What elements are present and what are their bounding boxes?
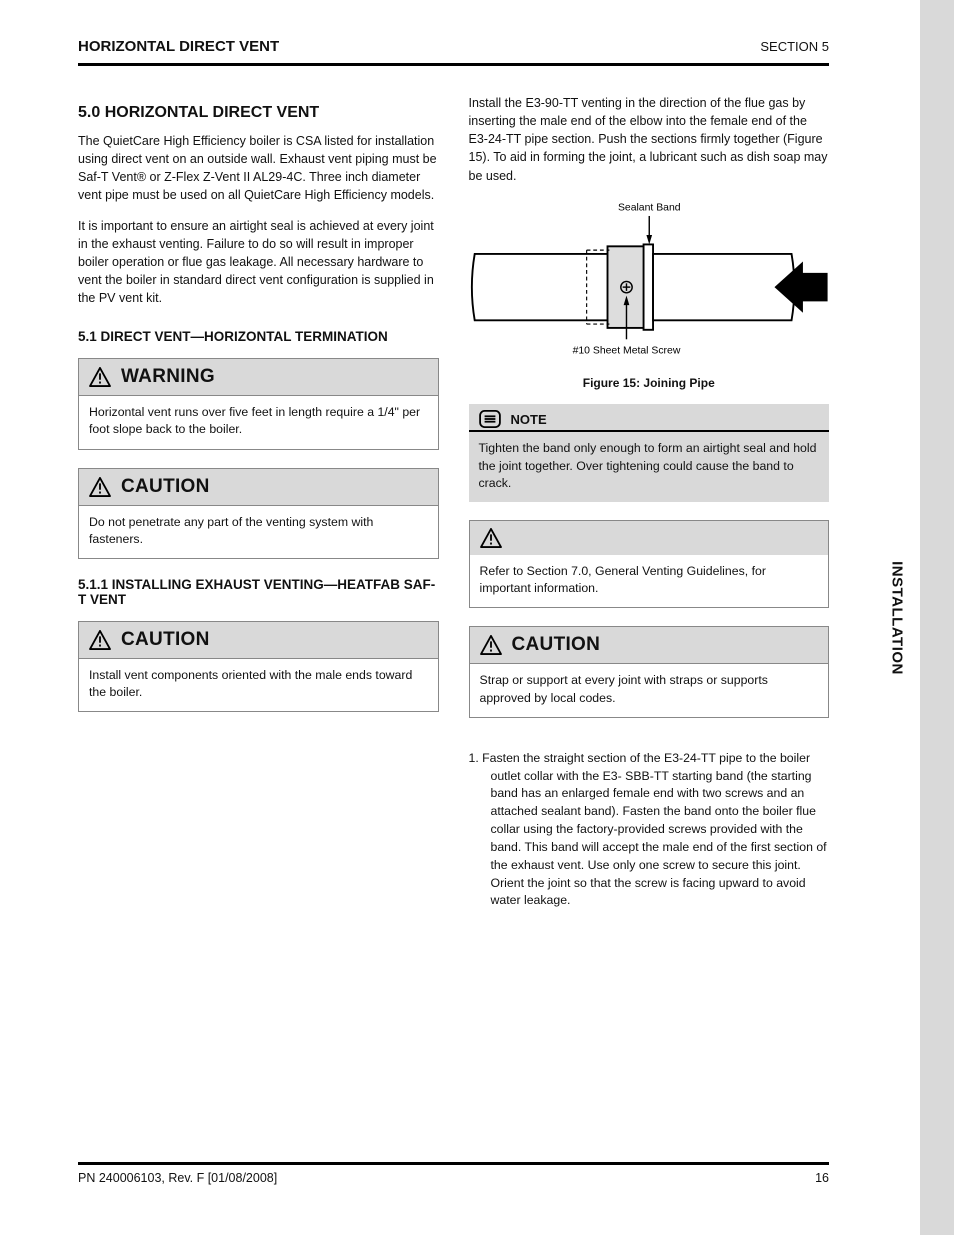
note-callout: NOTE Tighten the band only enough to for… bbox=[469, 404, 830, 502]
header-section: SECTION 5 bbox=[760, 39, 829, 54]
callout-title: NOTE bbox=[511, 412, 547, 427]
right-column: Install the E3-90-TT venting in the dire… bbox=[469, 94, 830, 920]
warning-icon bbox=[89, 367, 111, 387]
subsection-heading: 5.1 DIRECT VENT—HORIZONTAL TERMINATION bbox=[78, 329, 439, 344]
warning-icon bbox=[480, 635, 502, 655]
footer-revision: PN 240006103, Rev. F [01/08/2008] bbox=[78, 1171, 277, 1185]
page-number: 16 bbox=[815, 1171, 829, 1185]
page-content: HORIZONTAL DIRECT VENT SECTION 5 5.0 HOR… bbox=[78, 38, 829, 1185]
callout-header: NOTE bbox=[469, 404, 830, 432]
subsection-heading: 5.1.1 INSTALLING EXHAUST VENTING—HEATFAB… bbox=[78, 577, 439, 607]
figure-caption: Figure 15: Joining Pipe bbox=[469, 376, 830, 390]
callout-body: Refer to Section 7.0, General Venting Gu… bbox=[470, 555, 829, 607]
callout-title: CAUTION bbox=[121, 629, 210, 651]
callout-body: Do not penetrate any part of the venting… bbox=[79, 506, 438, 558]
callout-header: CAUTION bbox=[79, 622, 438, 659]
callout-body: Install vent components oriented with th… bbox=[79, 659, 438, 711]
caution-callout: CAUTION Strap or support at every joint … bbox=[469, 626, 830, 717]
section-heading: 5.0 HORIZONTAL DIRECT VENT bbox=[78, 104, 439, 122]
figure-label-top: Sealant Band bbox=[617, 202, 680, 213]
callout-body: Strap or support at every joint with str… bbox=[470, 664, 829, 716]
body-text: Install the E3-90-TT venting in the dire… bbox=[469, 94, 830, 185]
callout-title: CAUTION bbox=[121, 476, 210, 498]
callout-body: Horizontal vent runs over five feet in l… bbox=[79, 396, 438, 448]
callout-header: WARNING bbox=[79, 359, 438, 396]
warning-icon bbox=[89, 630, 111, 650]
note-icon bbox=[479, 410, 501, 428]
body-text: It is important to ensure an airtight se… bbox=[78, 217, 439, 308]
page-footer: PN 240006103, Rev. F [01/08/2008] 16 bbox=[78, 1162, 829, 1185]
callout-header bbox=[470, 521, 829, 555]
figure: Sealant Band #10 Sheet Metal Screw Figur… bbox=[469, 197, 830, 391]
callout-title: CAUTION bbox=[512, 634, 601, 656]
header-title: HORIZONTAL DIRECT VENT bbox=[78, 38, 279, 55]
warning-icon bbox=[89, 477, 111, 497]
callout-body: Tighten the band only enough to form an … bbox=[469, 432, 830, 502]
section-tab-label: INSTALLATION bbox=[889, 561, 906, 675]
figure-label-bottom: #10 Sheet Metal Screw bbox=[572, 345, 680, 356]
callout-title: WARNING bbox=[121, 366, 215, 388]
caution-callout: CAUTION Do not penetrate any part of the… bbox=[78, 468, 439, 559]
warning-icon bbox=[480, 528, 502, 548]
pipe-joint-diagram: Sealant Band #10 Sheet Metal Screw bbox=[469, 197, 830, 368]
callout-header: CAUTION bbox=[79, 469, 438, 506]
section-tab: INSTALLATION bbox=[920, 0, 954, 1235]
body-text: The QuietCare High Efficiency boiler is … bbox=[78, 132, 439, 205]
numbered-step: 1. Fasten the straight section of the E3… bbox=[491, 750, 830, 910]
callout-header: CAUTION bbox=[470, 627, 829, 664]
warning-callout: WARNING Horizontal vent runs over five f… bbox=[78, 358, 439, 449]
caution-callout: CAUTION Install vent components oriented… bbox=[78, 621, 439, 712]
left-column: 5.0 HORIZONTAL DIRECT VENT The QuietCare… bbox=[78, 94, 439, 920]
page-header: HORIZONTAL DIRECT VENT SECTION 5 bbox=[78, 38, 829, 66]
two-column-layout: 5.0 HORIZONTAL DIRECT VENT The QuietCare… bbox=[78, 94, 829, 920]
reference-callout: Refer to Section 7.0, General Venting Gu… bbox=[469, 520, 830, 608]
